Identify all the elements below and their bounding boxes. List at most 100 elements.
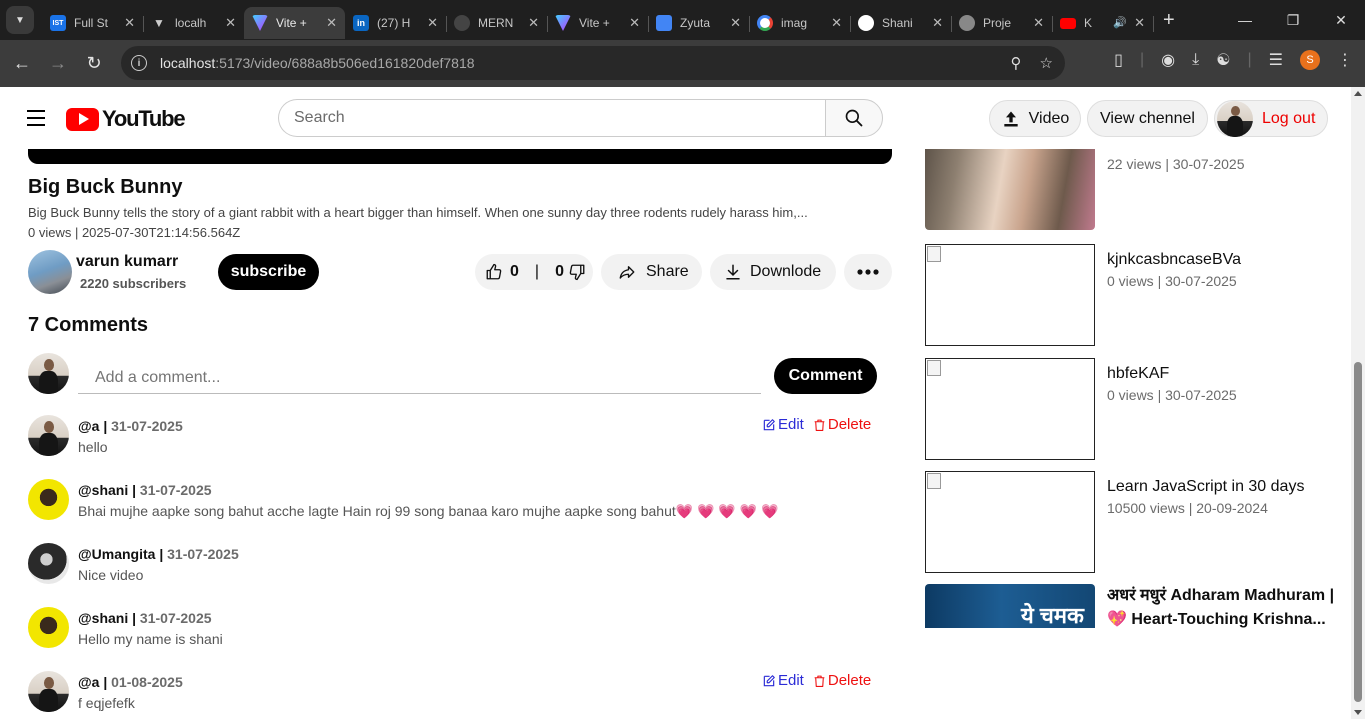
- comment-item: @Umangita | 31-07-2025 Nice video: [28, 543, 888, 593]
- comment-submit-button[interactable]: Comment: [774, 358, 877, 394]
- related-video-title[interactable]: kjnkcasbncaseBVa: [1107, 248, 1343, 272]
- tab-close-icon[interactable]: ✕: [730, 15, 741, 31]
- browser-tab[interactable]: Vite + ✕: [244, 7, 345, 39]
- related-video-thumbnail[interactable]: [925, 358, 1095, 460]
- hamburger-menu-icon[interactable]: [27, 110, 45, 126]
- tab-close-icon[interactable]: ✕: [1033, 15, 1044, 31]
- related-video-title[interactable]: अधरं मधुरं Adharam Madhuram | 💖 Heart-To…: [1107, 584, 1343, 628]
- video-player[interactable]: [28, 149, 892, 164]
- docs-icon: [656, 15, 672, 31]
- comment-date: 31-07-2025: [139, 482, 212, 498]
- address-bar[interactable]: i localhost:5173/video/688a8b506ed161820…: [121, 46, 1065, 80]
- upload-video-button[interactable]: Video: [989, 100, 1081, 137]
- channel-name[interactable]: varun kumarr: [76, 253, 178, 271]
- tab-close-icon[interactable]: ✕: [124, 15, 135, 31]
- minimize-icon[interactable]: —: [1221, 0, 1269, 40]
- tab-title: imag: [781, 16, 808, 30]
- extensions-puzzle-icon[interactable]: ▯: [1114, 50, 1123, 70]
- tab-close-icon[interactable]: ✕: [225, 15, 236, 31]
- tab-close-icon[interactable]: ✕: [528, 15, 539, 31]
- incognito-icon[interactable]: ◉: [1161, 50, 1175, 70]
- logout-label: Log out: [1262, 109, 1316, 127]
- comment-input[interactable]: [78, 362, 761, 394]
- download-button[interactable]: Downlode: [710, 254, 836, 290]
- video-meta: 0 views | 2025-07-30T21:14:56.564Z: [28, 225, 241, 240]
- comment-delete-button[interactable]: Delete: [813, 416, 871, 433]
- media-queue-icon[interactable]: ☰: [1269, 50, 1283, 70]
- dislike-thumb-icon[interactable]: [568, 263, 586, 281]
- back-arrow-icon[interactable]: ←: [5, 47, 39, 81]
- bookmark-star-icon[interactable]: ☆: [1040, 54, 1053, 72]
- tab-search-chevron-icon[interactable]: ▼: [6, 6, 34, 34]
- like-thumb-icon[interactable]: [485, 263, 503, 281]
- tab-close-icon[interactable]: ✕: [629, 15, 640, 31]
- browser-tab[interactable]: K 🔊 ✕: [1052, 7, 1154, 39]
- current-user-avatar: [28, 353, 69, 394]
- upload-icon: [1004, 111, 1018, 126]
- tab-close-icon[interactable]: ✕: [326, 15, 337, 31]
- view-channel-button[interactable]: View chennel: [1087, 100, 1208, 137]
- search-button[interactable]: [825, 99, 883, 137]
- tab-close-icon[interactable]: ✕: [831, 15, 842, 31]
- tab-close-icon[interactable]: ✕: [1134, 15, 1145, 31]
- youtube-logo[interactable]: YouTube: [66, 106, 186, 132]
- comment-delete-button[interactable]: Delete: [813, 672, 871, 689]
- comment-date: 01-08-2025: [111, 674, 183, 690]
- new-tab-plus-icon[interactable]: +: [1163, 9, 1175, 32]
- browser-tab[interactable]: ▼ localh ✕: [143, 7, 244, 39]
- scrollbar-thumb[interactable]: [1354, 362, 1362, 702]
- browser-tab[interactable]: Vite + ✕: [547, 7, 649, 39]
- scroll-down-arrow-icon[interactable]: [1354, 710, 1362, 715]
- tab-title: Vite +: [579, 16, 610, 30]
- browser-tab[interactable]: IST Full St ✕: [42, 7, 144, 39]
- download-icon[interactable]: ⤓: [1192, 51, 1199, 69]
- translate-icon[interactable]: ☯: [1216, 50, 1230, 70]
- search-box: [278, 99, 883, 137]
- browser-tab[interactable]: Zyuta ✕: [648, 7, 750, 39]
- logout-button[interactable]: Log out: [1214, 100, 1328, 137]
- related-video-item[interactable]: Learn JavaScript in 30 days 10500 views |…: [925, 471, 1345, 573]
- related-video-item[interactable]: kjnkcasbncaseBVa 0 views | 30-07-2025: [925, 244, 1345, 346]
- related-video-thumbnail[interactable]: [925, 244, 1095, 346]
- site-info-icon[interactable]: i: [131, 55, 147, 71]
- related-video-item[interactable]: ये चमक अधरं मधुरं Adharam Madhuram | 💖 He…: [925, 584, 1345, 628]
- comment-edit-button[interactable]: Edit: [762, 672, 804, 689]
- tab-close-icon[interactable]: ✕: [932, 15, 943, 31]
- related-video-thumbnail[interactable]: ये चमक: [925, 584, 1095, 628]
- vercel-icon: ▼: [153, 16, 165, 30]
- comment-header: @a | 01-08-2025: [78, 674, 183, 690]
- profile-avatar[interactable]: S: [1300, 50, 1320, 70]
- kebab-menu-icon[interactable]: ⋮: [1337, 50, 1353, 70]
- browser-tab[interactable]: Shani ✕: [850, 7, 952, 39]
- tab-close-icon[interactable]: ✕: [427, 15, 438, 31]
- close-window-icon[interactable]: ✕: [1317, 0, 1365, 40]
- maximize-icon[interactable]: ❐: [1269, 0, 1317, 40]
- browser-tab[interactable]: in (27) H ✕: [345, 7, 447, 39]
- related-video-title[interactable]: Learn JavaScript in 30 days: [1107, 475, 1343, 499]
- window-controls: — ❐ ✕: [1221, 0, 1365, 40]
- related-video-item[interactable]: hbfeKAF 0 views | 30-07-2025: [925, 358, 1345, 460]
- password-key-icon[interactable]: ⚲: [1011, 54, 1022, 72]
- comment-edit-button[interactable]: Edit: [762, 416, 804, 433]
- vite-icon: [252, 15, 268, 31]
- channel-avatar[interactable]: [28, 250, 72, 294]
- broken-image-icon: [927, 473, 941, 489]
- related-video-title[interactable]: hbfeKAF: [1107, 362, 1343, 386]
- forward-arrow-icon[interactable]: →: [41, 47, 75, 81]
- browser-tab[interactable]: MERN ✕: [446, 7, 548, 39]
- browser-tab[interactable]: Proje ✕: [951, 7, 1053, 39]
- scroll-up-arrow-icon[interactable]: [1354, 91, 1362, 96]
- toolbar-divider: |: [1139, 51, 1145, 68]
- more-options-button[interactable]: [844, 254, 892, 290]
- share-button[interactable]: Share: [601, 254, 702, 290]
- search-input[interactable]: [278, 99, 826, 137]
- tab-audio-speaker-icon[interactable]: 🔊: [1113, 16, 1127, 29]
- page-scrollbar[interactable]: [1351, 87, 1365, 719]
- trash-icon: [814, 419, 825, 431]
- reload-icon[interactable]: ↻: [77, 47, 111, 81]
- view-channel-label: View chennel: [1100, 109, 1195, 127]
- subscribe-button[interactable]: subscribe: [218, 254, 319, 290]
- related-video-thumbnail[interactable]: [925, 471, 1095, 573]
- browser-tab[interactable]: imag ✕: [749, 7, 851, 39]
- like-count: 0: [510, 263, 519, 280]
